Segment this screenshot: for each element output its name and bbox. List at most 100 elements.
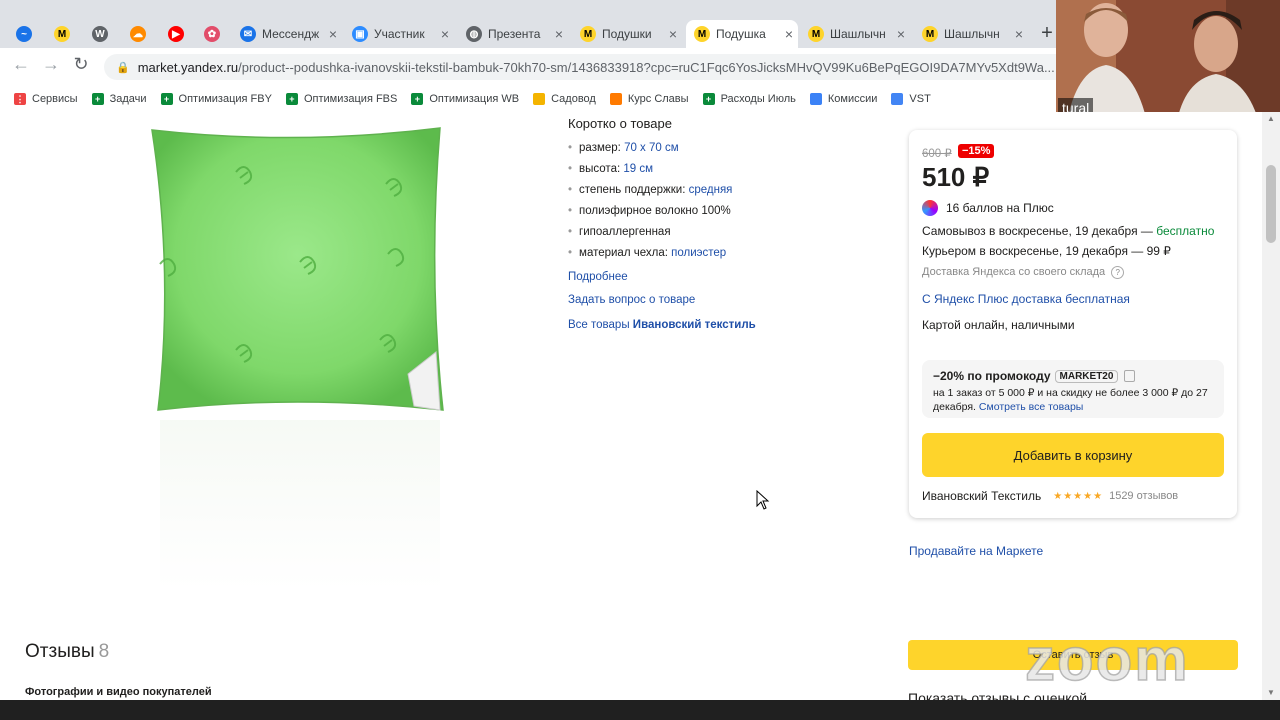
browser-tab[interactable]: ~ bbox=[8, 20, 42, 48]
browser-tab[interactable]: M Шашлычн × bbox=[914, 20, 1028, 48]
back-arrow-icon[interactable]: ← bbox=[10, 54, 32, 75]
sell-on-market-link[interactable]: Продавайте на Маркете bbox=[909, 544, 1043, 558]
mouse-cursor-icon bbox=[756, 490, 770, 510]
brand-name: Ивановский текстиль bbox=[632, 319, 756, 331]
sheet-icon: + bbox=[160, 93, 173, 105]
spec-value[interactable]: 19 см bbox=[623, 163, 653, 175]
spec-item: • гипоаллергенная bbox=[568, 226, 671, 238]
tab-title: Шашлычн bbox=[830, 27, 886, 41]
promo-description: на 1 заказ от 5 000 ₽ и на скидку не бол… bbox=[933, 386, 1213, 414]
reload-icon[interactable]: ↻ bbox=[70, 54, 92, 75]
yandex-plus-icon bbox=[922, 200, 938, 216]
copy-icon[interactable] bbox=[1124, 370, 1136, 382]
scroll-up-icon[interactable]: ▲ bbox=[1264, 114, 1278, 123]
close-tab-icon[interactable]: × bbox=[664, 26, 682, 42]
seller-reviews-count[interactable]: 1529 отзывов bbox=[1109, 490, 1178, 502]
bullet-icon: • bbox=[568, 142, 573, 154]
tab-title: Подушка bbox=[716, 27, 766, 41]
ask-question-link[interactable]: Задать вопрос о товаре bbox=[568, 294, 695, 306]
spec-label: гипоаллергенная bbox=[579, 226, 671, 238]
bookmark-label: Оптимизация WB bbox=[429, 93, 520, 105]
yandex-market-icon: M bbox=[808, 26, 824, 42]
plus-points: 16 баллов на Плюс bbox=[922, 200, 1054, 216]
add-to-cart-button[interactable]: Добавить в корзину bbox=[922, 433, 1224, 477]
bookmark-label: Курс Славы bbox=[627, 93, 689, 105]
youtube-icon: ▶ bbox=[168, 26, 184, 42]
spec-value[interactable]: 70 x 70 см bbox=[624, 142, 679, 154]
zoom-watermark: zoom bbox=[1024, 625, 1190, 694]
browser-tab[interactable]: ▣ Участник × bbox=[344, 20, 454, 48]
stripes-icon bbox=[533, 93, 546, 105]
browser-tab[interactable]: ✉ Мессендж × bbox=[232, 20, 342, 48]
help-icon[interactable]: ? bbox=[1111, 266, 1125, 279]
bookmark-item[interactable]: Курс Славы bbox=[609, 93, 689, 105]
browser-tab[interactable]: M Подушка × bbox=[686, 20, 798, 48]
browser-tab[interactable]: W bbox=[84, 20, 118, 48]
close-tab-icon[interactable]: × bbox=[436, 26, 454, 42]
browser-tab[interactable]: ☁ bbox=[122, 20, 156, 48]
bullet-icon: • bbox=[568, 247, 573, 259]
bookmark-item[interactable]: + Оптимизация FBY bbox=[160, 93, 272, 105]
promo-see-all-link[interactable]: Смотреть все товары bbox=[979, 401, 1083, 413]
sheet-icon: + bbox=[285, 93, 298, 105]
browser-tab[interactable]: M Шашлычн × bbox=[800, 20, 910, 48]
edge-like-icon: ~ bbox=[16, 26, 32, 42]
pickup-info: Самовывоз в воскресенье, 19 декабря — бе… bbox=[922, 224, 1214, 238]
course-icon bbox=[609, 93, 622, 105]
bookmark-label: Оптимизация FBS bbox=[303, 93, 398, 105]
bookmark-item[interactable]: ⋮ Сервисы bbox=[14, 93, 78, 105]
spec-value[interactable]: средняя bbox=[689, 184, 733, 196]
browser-tab[interactable]: ✿ bbox=[196, 20, 230, 48]
close-tab-icon[interactable]: × bbox=[1010, 26, 1028, 42]
spec-item: • высота: 19 см bbox=[568, 163, 653, 175]
yandex-delivery-text: Доставка Яндекса со своего склада bbox=[922, 266, 1106, 278]
bookmark-item[interactable]: VST bbox=[891, 93, 931, 105]
discount-badge: −15% bbox=[958, 144, 995, 158]
seller-name[interactable]: Ивановский Текстиль bbox=[922, 489, 1041, 503]
yandex-market-icon: M bbox=[694, 26, 710, 42]
close-tab-icon[interactable]: × bbox=[892, 26, 910, 42]
close-tab-icon[interactable]: × bbox=[324, 26, 342, 42]
forward-arrow-icon[interactable]: → bbox=[40, 54, 62, 75]
current-price: 510 ₽ bbox=[922, 162, 990, 192]
yandex-market-icon: M bbox=[580, 26, 596, 42]
tab-title: Мессендж bbox=[262, 27, 320, 41]
new-tab-button[interactable]: + bbox=[1038, 22, 1056, 45]
bookmark-item[interactable]: + Задачи bbox=[91, 93, 147, 105]
address-bar[interactable]: 🔒 market.yandex.ru/product--podushka-iva… bbox=[104, 54, 1056, 80]
courier-info: Курьером в воскресенье, 19 декабря — 99 … bbox=[922, 244, 1171, 258]
globe-icon: ◍ bbox=[466, 26, 482, 42]
promo-title-row: −20% по промокоду MARKET20 bbox=[933, 369, 1136, 383]
promo-code[interactable]: MARKET20 bbox=[1054, 369, 1119, 383]
tab-title: Шашлычн bbox=[944, 27, 1000, 41]
spec-label: размер: bbox=[579, 142, 621, 154]
reviews-heading: Отзывы 8 bbox=[25, 641, 109, 663]
bookmark-item[interactable]: + Расходы Июль bbox=[702, 93, 796, 105]
bookmark-item[interactable]: + Оптимизация WB bbox=[411, 93, 519, 105]
close-tab-icon[interactable]: × bbox=[780, 26, 798, 42]
browser-tab[interactable]: ▶ bbox=[160, 20, 194, 48]
scroll-down-icon[interactable]: ▼ bbox=[1264, 688, 1278, 697]
plus-delivery-link[interactable]: С Яндекс Плюс доставка бесплатная bbox=[922, 292, 1130, 306]
browser-tab[interactable]: ◍ Презента × bbox=[458, 20, 568, 48]
bookmark-item[interactable]: + Оптимизация FBS bbox=[285, 93, 398, 105]
yandex-delivery-info: Доставка Яндекса со своего склада ? bbox=[922, 266, 1125, 279]
product-image[interactable] bbox=[140, 124, 450, 424]
spec-label: полиэфирное волокно 100% bbox=[579, 205, 731, 217]
browser-tab[interactable]: M Подушки × bbox=[572, 20, 682, 48]
more-details-link[interactable]: Подробнее bbox=[568, 271, 628, 283]
browser-tab[interactable]: M bbox=[46, 20, 80, 48]
bottom-bar bbox=[0, 700, 1280, 720]
bookmark-item[interactable]: Садовод bbox=[533, 93, 596, 105]
cloud-icon: ☁ bbox=[130, 26, 146, 42]
sheet-icon: + bbox=[702, 93, 715, 105]
spec-value[interactable]: полиэстер bbox=[671, 247, 726, 259]
all-brand-goods-link[interactable]: Все товары Ивановский текстиль bbox=[568, 319, 756, 331]
tab-title: Презента bbox=[488, 27, 541, 41]
spec-item: • материал чехла: полиэстер bbox=[568, 247, 726, 259]
bullet-icon: • bbox=[568, 184, 573, 196]
pickup-text: Самовывоз в воскресенье, 19 декабря — bbox=[922, 224, 1157, 238]
close-tab-icon[interactable]: × bbox=[550, 26, 568, 42]
bookmark-item[interactable]: Комиссии bbox=[809, 93, 877, 105]
scrollbar-thumb[interactable] bbox=[1266, 165, 1276, 243]
